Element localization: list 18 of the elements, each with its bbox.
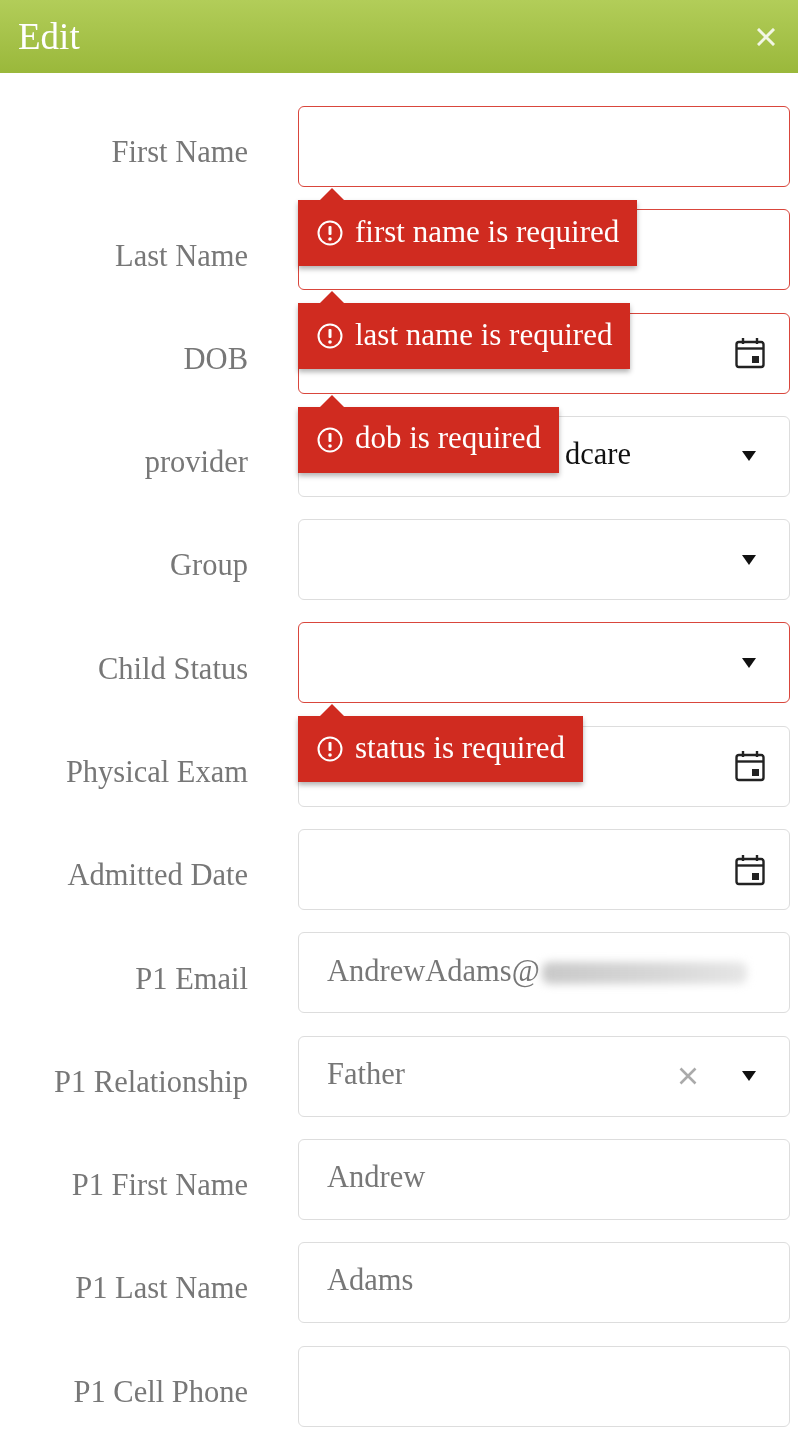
field-label: DOB — [183, 340, 248, 378]
field-label: P1 First Name — [71, 1167, 248, 1204]
dialog-title: Edit — [18, 18, 80, 55]
field-label: P1 Relationship — [53, 1063, 248, 1101]
field-label: P1 Cell Phone — [73, 1373, 248, 1411]
error-message: first name is required — [355, 215, 620, 251]
field-label: Group — [170, 547, 248, 584]
field-label: First Name — [111, 134, 248, 171]
field-label: Physical Exam — [65, 754, 248, 791]
field-label: P1 Email — [135, 960, 248, 998]
error-message: dob is required — [355, 422, 541, 458]
field-label: Last Name — [115, 237, 248, 275]
field-label: P1 Last Name — [75, 1270, 248, 1308]
field-label: Admitted Date — [67, 857, 248, 894]
error-message: last name is required — [355, 318, 613, 354]
error-message: status is required — [355, 732, 566, 767]
field-label: provider — [144, 444, 248, 481]
field-label: Child Status — [98, 650, 248, 688]
